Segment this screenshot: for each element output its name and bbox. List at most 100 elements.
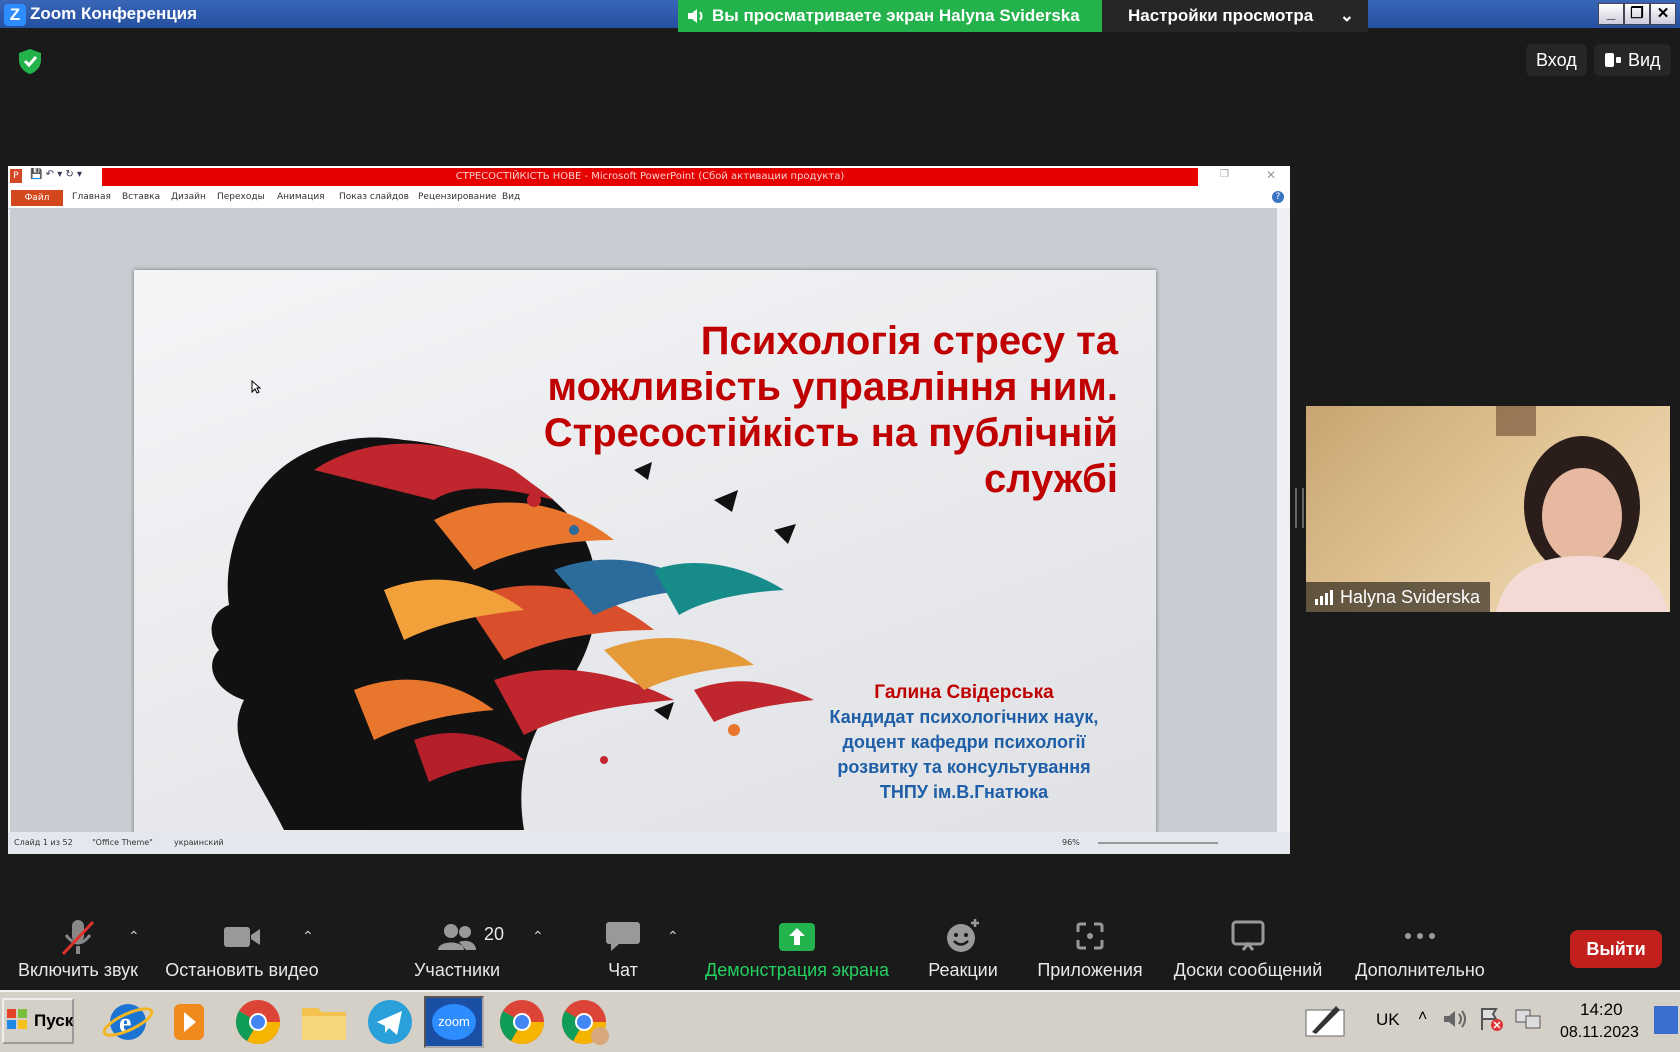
participants-label: Участники [414, 960, 500, 980]
telegram-icon[interactable] [360, 996, 420, 1048]
folder-icon[interactable] [294, 996, 354, 1048]
keyboard-language[interactable]: UK [1376, 1010, 1400, 1030]
ppt-ribbon-tabs: Файл Главная Вставка Дизайн Переходы Ани… [8, 188, 1290, 209]
media-player-icon[interactable] [160, 996, 220, 1048]
stop-video-button[interactable]: Остановить видео [160, 916, 324, 980]
close-button[interactable]: ✕ [1650, 3, 1676, 25]
window-title: Zoom Конференция [30, 4, 198, 23]
minimize-button[interactable]: _ [1598, 3, 1624, 25]
ppt-language: украинский [174, 838, 224, 847]
start-button-label: Пуск [34, 1011, 74, 1030]
apps-button[interactable]: Приложения [1032, 916, 1148, 980]
author-line: розвитку та консультування [837, 757, 1091, 777]
slide-title-line: Психологія стресу та [700, 319, 1118, 363]
chevron-down-icon: ⌄ [1339, 6, 1354, 25]
pen-input-icon[interactable] [1302, 1000, 1348, 1042]
reactions-label: Реакции [928, 960, 998, 980]
ppt-tab-file: Файл [11, 190, 63, 206]
security-shield-icon[interactable] [16, 47, 44, 75]
show-desktop-button[interactable] [1654, 1006, 1678, 1034]
ppt-tab-view: Вид [502, 192, 521, 202]
ppt-close-icon: ✕ [1266, 168, 1277, 182]
whiteboards-button[interactable]: Доски сообщений [1168, 916, 1328, 980]
author-line: ТНПУ ім.В.Гнатюка [879, 782, 1049, 802]
clock-time[interactable]: 14:20 [1580, 1000, 1623, 1020]
ppt-vertical-scrollbar [1276, 208, 1289, 832]
chat-options-chevron-icon[interactable]: ⌃ [667, 928, 679, 945]
apps-icon [1076, 922, 1104, 950]
author-name: Галина Свідерська [874, 682, 1054, 703]
ppt-tab-review: Рецензирование [418, 192, 497, 202]
chrome-icon[interactable] [492, 996, 552, 1048]
slide-title-line: можливість управління ним. [547, 365, 1118, 409]
chat-button[interactable]: Чат [588, 916, 658, 980]
zoom-taskbar-button[interactable]: zoom [424, 996, 484, 1048]
chrome-profile-icon[interactable] [556, 996, 616, 1048]
whiteboards-label: Доски сообщений [1173, 960, 1323, 980]
participant-video-tile[interactable]: Halyna Sviderska [1306, 406, 1670, 612]
chrome-icon[interactable] [228, 996, 288, 1048]
internet-explorer-icon[interactable]: e [98, 996, 158, 1048]
ppt-tab-transitions: Переходы [217, 192, 265, 202]
reactions-button[interactable]: Реакции [918, 916, 1008, 980]
restore-button[interactable]: ❐ [1624, 3, 1650, 25]
slide-title: Психологія стресу та можливість управлін… [478, 318, 1118, 502]
participants-count: 20 [484, 924, 505, 944]
network-icon[interactable] [1514, 1006, 1542, 1032]
audio-options-chevron-icon[interactable]: ⌃ [128, 928, 140, 945]
slide: Психологія стресу та можливість управлін… [134, 270, 1156, 846]
video-options-chevron-icon[interactable]: ⌃ [302, 928, 314, 945]
author-line: Кандидат психологічних наук, [829, 707, 1099, 727]
author-line: доцент кафедри психології [842, 732, 1086, 752]
more-button[interactable]: Дополнительно [1350, 916, 1490, 980]
quick-access-icons: 💾 ↶ ▾ ↻ ▾ [30, 169, 82, 180]
unmute-button[interactable]: Включить звук [10, 916, 146, 980]
tray-expand-icon[interactable]: ˄ [1418, 1008, 1427, 1026]
view-button[interactable]: Вид [1594, 44, 1671, 76]
ppt-tab-slideshow: Показ слайдов [339, 192, 409, 202]
ppt-slide-counter: Слайд 1 из 52 [14, 838, 73, 847]
ppt-tab-animation: Анимация [277, 192, 325, 202]
clock-date[interactable]: 08.11.2023 [1560, 1024, 1639, 1042]
powerpoint-icon: P [10, 169, 22, 183]
ppt-status-bar: Слайд 1 из 52 "Office Theme" украинский … [8, 832, 1290, 854]
view-layout-icon [1605, 53, 1621, 67]
participant-name-label: Halyna Sviderska [1306, 582, 1491, 612]
participant-name: Halyna Sviderska [1340, 587, 1481, 607]
windows-logo-icon [7, 1009, 27, 1029]
stop-video-label: Остановить видео [165, 960, 319, 980]
more-label: Дополнительно [1355, 960, 1485, 980]
participants-icon [438, 924, 476, 950]
participants-options-chevron-icon[interactable]: ⌃ [532, 928, 544, 945]
ppt-window-title: СТРЕСОСТІЙКІСТЬ НОВЕ - Microsoft PowerPo… [102, 168, 1198, 186]
volume-icon[interactable] [1442, 1008, 1468, 1030]
view-button-label: Вид [1628, 50, 1661, 70]
screen-share-banner: Вы просматриваете экран Halyna Sviderska [678, 0, 1102, 32]
view-settings-label: Настройки просмотра [1128, 6, 1314, 25]
mouse-cursor-icon [251, 380, 261, 394]
unmute-label: Включить звук [17, 960, 139, 980]
action-center-flag-icon[interactable] [1478, 1006, 1504, 1032]
ppt-theme-name: "Office Theme" [92, 838, 153, 847]
share-screen-label: Демонстрация экрана [705, 960, 889, 980]
signin-button[interactable]: Вход [1526, 44, 1587, 76]
shared-screen: P 💾 ↶ ▾ ↻ ▾ СТРЕСОСТІЙКІСТЬ НОВЕ - Micro… [8, 166, 1290, 854]
leave-button[interactable]: Выйти [1570, 930, 1662, 968]
zoom-logo-icon: Z [4, 4, 26, 26]
view-settings-dropdown[interactable]: Настройки просмотра ⌄ [1102, 0, 1368, 32]
windows-taskbar: Пуск e zoom UK ˄ 14:20 08.11.2023 [0, 990, 1680, 1052]
share-screen-button[interactable]: Демонстрация экрана [700, 916, 894, 980]
apps-label: Приложения [1037, 960, 1143, 980]
speaker-icon [688, 9, 703, 23]
chat-bubble-icon [606, 922, 640, 951]
panel-resize-handle[interactable] [1295, 488, 1304, 528]
ppt-tab-design: Дизайн [171, 192, 206, 202]
video-camera-icon [224, 927, 260, 947]
share-screen-icon [779, 923, 815, 951]
participants-button[interactable]: 20 Участники [402, 916, 512, 980]
author-block: Галина Свідерська Кандидат психологічних… [814, 680, 1114, 805]
slide-title-line: Стресостійкість на публічній [543, 411, 1118, 455]
ppt-canvas: Психологія стресу та можливість управлін… [10, 208, 1280, 846]
ppt-zoom-slider [1098, 842, 1218, 844]
zoom-icon: zoom [432, 1004, 476, 1040]
